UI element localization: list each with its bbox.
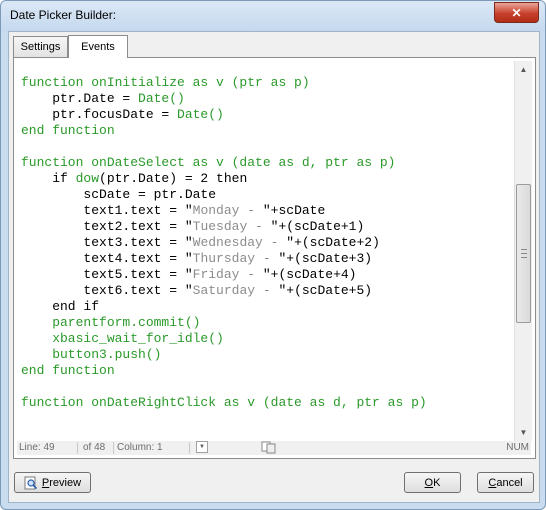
status-num: NUM: [506, 442, 529, 453]
status-column: Column: 1: [117, 442, 163, 453]
code-line: text2.text = "Tuesday - "+(scDate+1): [21, 219, 514, 235]
code-token: "+(scDate+4): [262, 267, 357, 282]
status-divider: [189, 442, 190, 454]
status-of: of 48: [83, 442, 106, 453]
code-line: text1.text = "Monday - "+scDate: [21, 203, 514, 219]
code-text[interactable]: function onInitialize as v (ptr as p) pt…: [17, 61, 514, 411]
magnifier-icon: [24, 476, 37, 489]
code-token: end if: [21, 299, 100, 314]
code-token: dow: [75, 171, 100, 186]
dialog-body: Settings Events function onInitialize as…: [8, 31, 540, 503]
code-token: text6.text = ": [21, 283, 193, 298]
code-token: text5.text = ": [21, 267, 193, 282]
code-token: button3.push(): [21, 347, 162, 362]
code-token: Date(): [177, 107, 224, 122]
code-token: "+(scDate+5): [278, 283, 373, 298]
code-token: Thursday -: [192, 251, 279, 266]
copy-icon[interactable]: [261, 441, 277, 454]
code-token: "+(scDate+1): [270, 219, 365, 234]
status-divider: [77, 442, 78, 454]
code-line: function onDateRightClick as v (date as …: [21, 395, 514, 411]
code-token: ptr.focusDate =: [21, 107, 178, 122]
code-token: parentform.commit(): [21, 315, 201, 330]
code-line: scDate = ptr.Date: [21, 187, 514, 203]
scroll-thumb[interactable]: [516, 184, 531, 323]
code-token: text4.text = ": [21, 251, 193, 266]
code-token: end function: [21, 363, 115, 378]
grip-icon: [521, 249, 527, 258]
scroll-down-icon[interactable]: ▼: [515, 424, 532, 441]
code-line: function onDateSelect as v (date as d, p…: [21, 155, 514, 171]
code-token: "+scDate: [262, 203, 326, 218]
close-button[interactable]: ✕: [494, 2, 539, 23]
tab-settings-label: Settings: [20, 41, 61, 53]
code-line: ptr.focusDate = Date(): [21, 107, 514, 123]
code-token: text1.text = ": [21, 203, 193, 218]
code-token: Tuesday -: [192, 219, 271, 234]
code-line: end function: [21, 363, 514, 379]
code-line: text4.text = "Thursday - "+(scDate+3): [21, 251, 514, 267]
tab-events[interactable]: Events: [68, 35, 128, 58]
code-token: "+(scDate+3): [278, 251, 373, 266]
close-icon: ✕: [511, 5, 522, 20]
code-token: Friday -: [192, 267, 263, 282]
status-dropdown-icon[interactable]: ▼: [196, 441, 208, 453]
code-line: end if: [21, 299, 514, 315]
tab-settings[interactable]: Settings: [13, 36, 68, 57]
preview-button[interactable]: Preview: [14, 472, 91, 493]
code-line: function onInitialize as v (ptr as p): [21, 75, 514, 91]
events-panel: function onInitialize as v (ptr as p) pt…: [13, 57, 536, 459]
code-token: (ptr.Date) = 2 then: [99, 171, 248, 186]
code-token: Wednesday -: [192, 235, 287, 250]
code-line: text5.text = "Friday - "+(scDate+4): [21, 267, 514, 283]
code-token: Date(): [138, 91, 185, 106]
vertical-scrollbar[interactable]: ▲ ▼: [514, 61, 532, 441]
window-title: Date Picker Builder:: [10, 8, 117, 22]
code-token: function onDateRightClick as v (date as …: [21, 395, 427, 410]
code-token: text3.text = ": [21, 235, 193, 250]
code-token: Monday -: [192, 203, 263, 218]
scroll-up-icon[interactable]: ▲: [515, 61, 532, 78]
code-line: text6.text = "Saturday - "+(scDate+5): [21, 283, 514, 299]
code-line: button3.push(): [21, 347, 514, 363]
cancel-button[interactable]: Cancel: [477, 472, 534, 493]
code-token: ptr.Date =: [21, 91, 139, 106]
code-line: xbasic_wait_for_idle(): [21, 331, 514, 347]
code-line: parentform.commit(): [21, 315, 514, 331]
code-token: end function: [21, 123, 115, 138]
status-line: Line: 49: [19, 442, 55, 453]
dialog-window: Date Picker Builder: ✕ Settings Events f…: [0, 0, 546, 510]
code-token: text2.text = ": [21, 219, 193, 234]
code-token: xbasic_wait_for_idle(): [21, 331, 224, 346]
code-editor[interactable]: function onInitialize as v (ptr as p) pt…: [17, 61, 514, 441]
code-token: Saturday -: [192, 283, 279, 298]
code-token: function onDateSelect as v (date as d, p…: [21, 155, 396, 170]
cancel-label: Cancel: [488, 476, 523, 489]
title-bar: Date Picker Builder: ✕: [1, 1, 545, 31]
code-line: ptr.Date = Date(): [21, 91, 514, 107]
code-line: text3.text = "Wednesday - "+(scDate+2): [21, 235, 514, 251]
code-token: scDate = ptr.Date: [21, 187, 217, 202]
code-token: function onInitialize as v (ptr as p): [21, 75, 310, 90]
status-divider: [113, 442, 114, 454]
status-bar: Line: 49 of 48 Column: 1 ▼ NUM: [17, 441, 531, 455]
code-line: end function: [21, 123, 514, 139]
code-token: "+(scDate+2): [286, 235, 380, 250]
preview-label: Preview: [41, 476, 82, 489]
code-token: if: [21, 171, 76, 186]
ok-label: OK: [424, 476, 441, 489]
tab-events-label: Events: [81, 41, 115, 53]
code-line: if dow(ptr.Date) = 2 then: [21, 171, 514, 187]
ok-button[interactable]: OK: [404, 472, 461, 493]
